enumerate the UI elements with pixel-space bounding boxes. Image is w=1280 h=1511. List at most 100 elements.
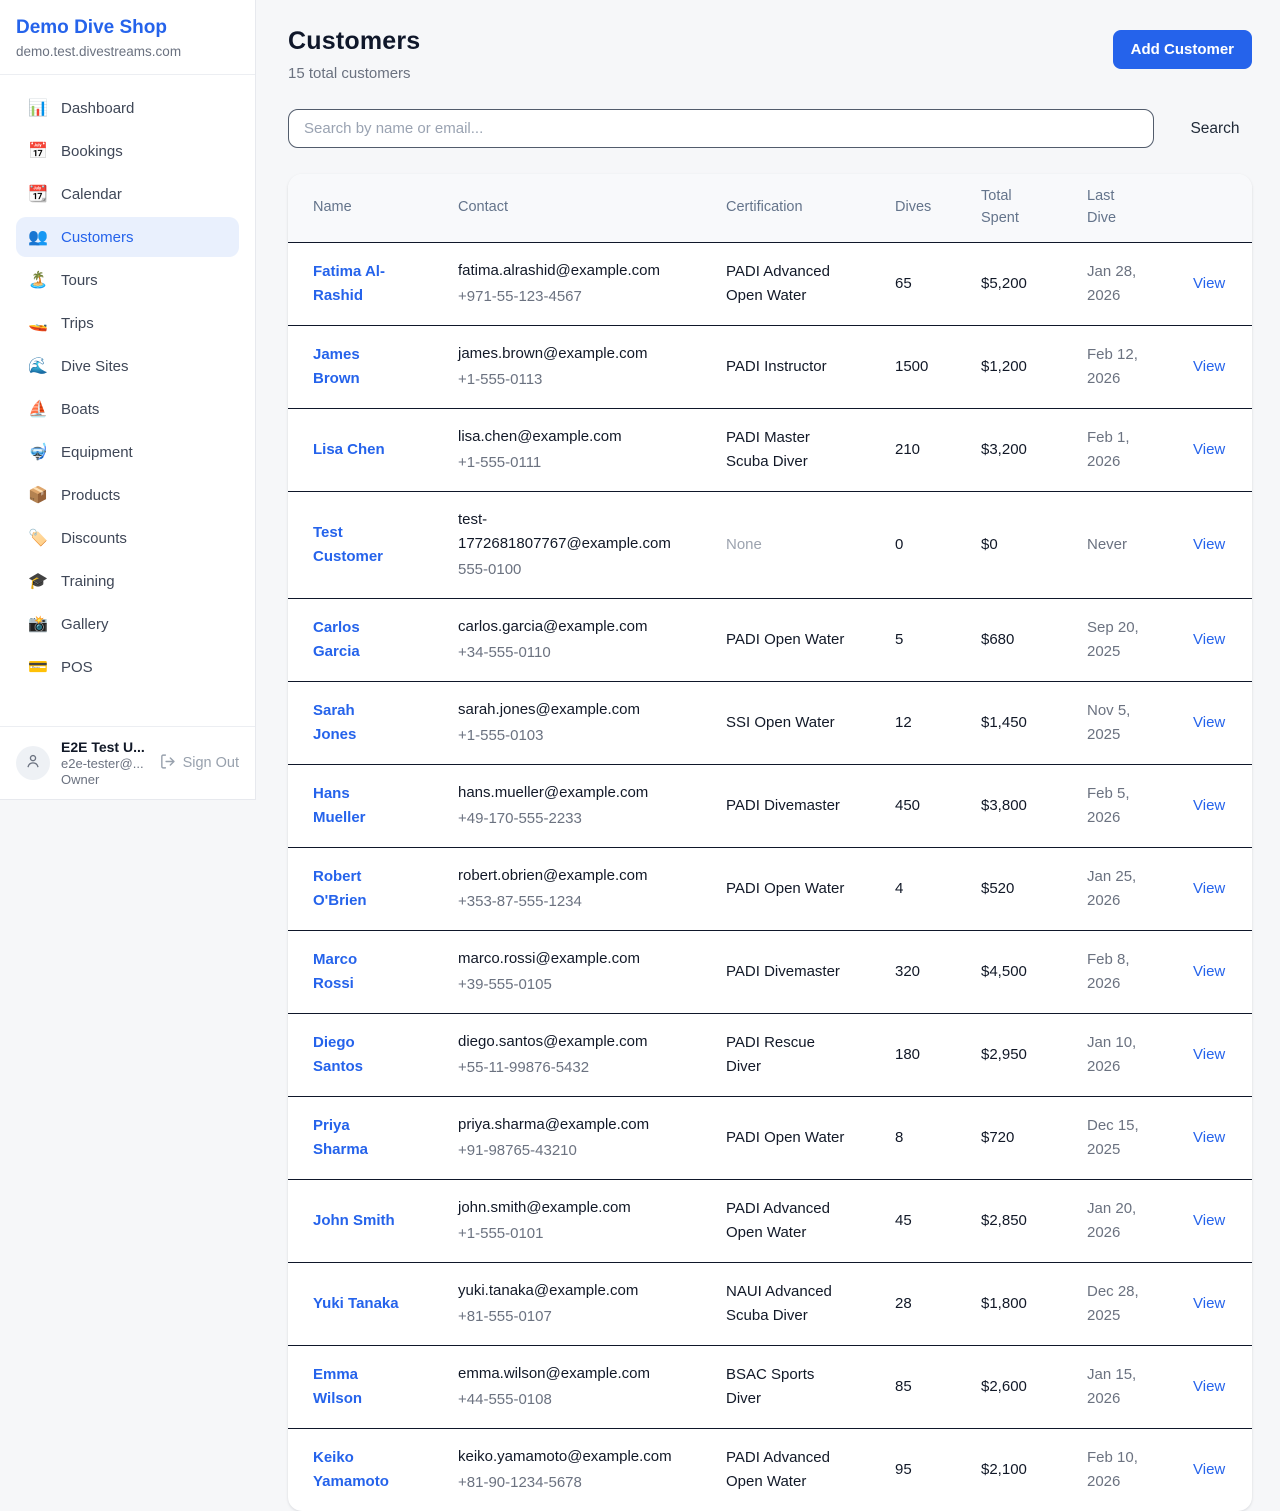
customer-certification: PADI Master Scuba Diver	[726, 426, 846, 474]
column-header-certification: Certification	[726, 174, 895, 242]
customer-name-link[interactable]: James Brown	[313, 343, 401, 391]
person-icon	[24, 752, 42, 775]
bar-chart-icon: 📊	[28, 98, 48, 118]
sidebar-item-calendar[interactable]: 📆 Calendar	[16, 174, 239, 214]
customer-email: lisa.chen@example.com	[458, 425, 678, 449]
view-link[interactable]: View	[1193, 358, 1225, 375]
customer-email: priya.sharma@example.com	[458, 1113, 678, 1137]
sign-out-button[interactable]: Sign Out	[159, 753, 239, 774]
people-icon: 👥	[28, 227, 48, 247]
tear-off-calendar-icon: 📆	[28, 184, 48, 204]
view-link[interactable]: View	[1193, 1046, 1225, 1063]
view-link[interactable]: View	[1193, 1461, 1225, 1478]
brand-name[interactable]: Demo Dive Shop	[16, 17, 239, 39]
customer-name-link[interactable]: Fatima Al-Rashid	[313, 260, 401, 308]
view-link[interactable]: View	[1193, 1378, 1225, 1395]
customer-name-link[interactable]: Diego Santos	[313, 1031, 401, 1079]
customer-dives: 180	[895, 1013, 981, 1096]
customer-last-dive: Feb 10, 2026	[1087, 1446, 1167, 1494]
customer-last-dive: Nov 5, 2025	[1087, 699, 1167, 747]
customer-name-link[interactable]: Marco Rossi	[313, 948, 401, 996]
customer-name-link[interactable]: Yuki Tanaka	[313, 1292, 399, 1316]
view-link[interactable]: View	[1193, 441, 1225, 458]
customer-phone: +81-555-0107	[458, 1305, 710, 1329]
customer-certification: PADI Rescue Diver	[726, 1031, 846, 1079]
package-icon: 📦	[28, 485, 48, 505]
customer-name-link[interactable]: Test Customer	[313, 521, 401, 569]
view-link[interactable]: View	[1193, 1212, 1225, 1229]
customer-name-link[interactable]: Emma Wilson	[313, 1363, 401, 1411]
customer-total-spent: $2,600	[981, 1345, 1087, 1428]
sidebar-item-gallery[interactable]: 📸 Gallery	[16, 604, 239, 644]
view-link[interactable]: View	[1193, 880, 1225, 897]
customer-email: diego.santos@example.com	[458, 1030, 678, 1054]
brand-domain: demo.test.divestreams.com	[16, 44, 239, 59]
sidebar-item-boats[interactable]: ⛵ Boats	[16, 389, 239, 429]
customer-name-link[interactable]: Lisa Chen	[313, 438, 385, 462]
sidebar-item-customers[interactable]: 👥 Customers	[16, 217, 239, 257]
customer-email: keiko.yamamoto@example.com	[458, 1445, 678, 1469]
view-link[interactable]: View	[1193, 1295, 1225, 1312]
customer-last-dive: Sep 20, 2025	[1087, 616, 1167, 664]
sidebar-item-equipment[interactable]: 🤿 Equipment	[16, 432, 239, 472]
customer-name-link[interactable]: Hans Mueller	[313, 782, 401, 830]
sidebar-item-training[interactable]: 🎓 Training	[16, 561, 239, 601]
customer-last-dive: Jan 28, 2026	[1087, 260, 1167, 308]
customer-last-dive: Jan 20, 2026	[1087, 1197, 1167, 1245]
customer-last-dive: Jan 10, 2026	[1087, 1031, 1167, 1079]
search-button[interactable]: Search	[1178, 112, 1252, 146]
customer-name-link[interactable]: Sarah Jones	[313, 699, 401, 747]
view-link[interactable]: View	[1193, 631, 1225, 648]
sidebar-item-dashboard[interactable]: 📊 Dashboard	[16, 88, 239, 128]
island-icon: 🏝️	[28, 270, 48, 290]
customer-dives: 12	[895, 681, 981, 764]
view-link[interactable]: View	[1193, 714, 1225, 731]
customer-total-spent: $3,800	[981, 764, 1087, 847]
customers-table: NameContactCertificationDivesTotal Spent…	[288, 174, 1252, 1511]
customer-name-link[interactable]: John Smith	[313, 1209, 395, 1233]
view-link[interactable]: View	[1193, 797, 1225, 814]
table-row: Robert O'Brien robert.obrien@example.com…	[288, 847, 1252, 930]
search-input[interactable]	[288, 109, 1154, 148]
view-link[interactable]: View	[1193, 963, 1225, 980]
customer-last-dive: Jan 15, 2026	[1087, 1363, 1167, 1411]
sidebar-item-discounts[interactable]: 🏷️ Discounts	[16, 518, 239, 558]
sidebar-item-products[interactable]: 📦 Products	[16, 475, 239, 515]
customers-table-card: NameContactCertificationDivesTotal Spent…	[288, 174, 1252, 1511]
customer-total-spent: $1,800	[981, 1262, 1087, 1345]
sailboat-icon: ⛵	[28, 399, 48, 419]
customer-total-spent: $720	[981, 1096, 1087, 1179]
customer-name-link[interactable]: Priya Sharma	[313, 1114, 401, 1162]
table-row: Carlos Garcia carlos.garcia@example.com …	[288, 598, 1252, 681]
customer-total-spent: $3,200	[981, 408, 1087, 491]
table-row: Keiko Yamamoto keiko.yamamoto@example.co…	[288, 1428, 1252, 1511]
diving-mask-icon: 🤿	[28, 442, 48, 462]
customer-name-link[interactable]: Robert O'Brien	[313, 865, 401, 913]
view-link[interactable]: View	[1193, 1129, 1225, 1146]
customer-certification: PADI Open Water	[726, 877, 846, 901]
customer-certification: PADI Divemaster	[726, 960, 846, 984]
customers-tbody: Fatima Al-Rashid fatima.alrashid@example…	[288, 242, 1252, 1511]
customer-last-dive: Dec 15, 2025	[1087, 1114, 1167, 1162]
customer-email: test-1772681807767@example.com	[458, 508, 678, 556]
customer-email: sarah.jones@example.com	[458, 698, 678, 722]
avatar	[16, 746, 50, 780]
sidebar-item-dive-sites[interactable]: 🌊 Dive Sites	[16, 346, 239, 386]
customer-phone: 555-0100	[458, 558, 710, 582]
table-row: John Smith john.smith@example.com +1-555…	[288, 1179, 1252, 1262]
customer-name-link[interactable]: Keiko Yamamoto	[313, 1446, 401, 1494]
customer-name-link[interactable]: Carlos Garcia	[313, 616, 401, 664]
sidebar-item-trips[interactable]: 🚤 Trips	[16, 303, 239, 343]
add-customer-button[interactable]: Add Customer	[1113, 30, 1252, 69]
view-link[interactable]: View	[1193, 536, 1225, 553]
table-row: Lisa Chen lisa.chen@example.com +1-555-0…	[288, 408, 1252, 491]
sidebar-item-tours[interactable]: 🏝️ Tours	[16, 260, 239, 300]
customer-dives: 0	[895, 491, 981, 598]
view-link[interactable]: View	[1193, 275, 1225, 292]
customer-phone: +1-555-0113	[458, 368, 710, 392]
sidebar-item-bookings[interactable]: 📅 Bookings	[16, 131, 239, 171]
customer-total-spent: $0	[981, 491, 1087, 598]
customer-phone: +91-98765-43210	[458, 1139, 710, 1163]
customer-dives: 45	[895, 1179, 981, 1262]
sidebar-item-pos[interactable]: 💳 POS	[16, 647, 239, 687]
